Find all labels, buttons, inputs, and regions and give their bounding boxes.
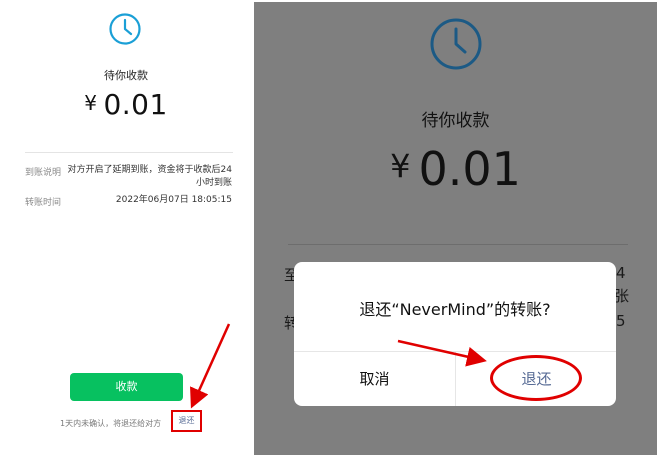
annotation-overlay (190, 323, 487, 409)
red-arrow-left (190, 323, 231, 409)
red-arrow-right (397, 339, 487, 367)
